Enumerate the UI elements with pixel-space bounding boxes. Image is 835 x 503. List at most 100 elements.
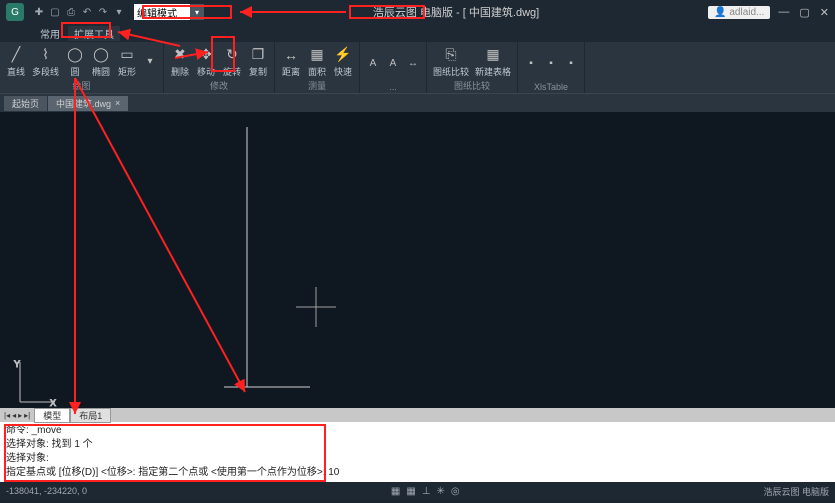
ribbon-group-dim: A A ↔ ... [360, 42, 427, 93]
drawing-canvas[interactable]: Y X [0, 112, 835, 408]
tab-common[interactable]: 常用 [34, 26, 66, 41]
command-line[interactable]: 命令: _move 选择对象: 找到 1 个 选择对象: 指定基点或 [位移(D… [0, 422, 835, 482]
layout-tabs: |◂ ◂ ▸ ▸| 模型 布局1 [0, 408, 835, 422]
doctab-start[interactable]: 起始页 [4, 96, 47, 111]
compare-button[interactable]: ⎘图纸比较 [431, 44, 471, 79]
ribbon-group-measure: ↔距离 ▦面积 ⚡快速 测量 [275, 42, 360, 93]
group-label: 图纸比较 [431, 79, 513, 93]
app-logo: G [6, 3, 24, 21]
line-icon: ╱ [7, 46, 25, 64]
area-button[interactable]: ▦面积 [305, 44, 329, 79]
tab-layout1[interactable]: 布局1 [70, 408, 111, 423]
ortho-icon[interactable]: ⊥ [422, 486, 431, 497]
dim3-button[interactable]: ↔ [404, 44, 422, 82]
cmd-line: 指定基点或 [位移(D)] <位移>: 指定第二个点或 <使用第一个点作为位移>… [6, 466, 829, 480]
xls2-button[interactable]: ▪ [542, 44, 560, 82]
circle-button[interactable]: ◯圆 [63, 44, 87, 79]
next-icon[interactable]: ▸ [18, 411, 22, 420]
first-icon[interactable]: |◂ [4, 411, 10, 420]
more-icon[interactable]: ▾ [112, 5, 126, 19]
line-button[interactable]: ╱直线 [4, 44, 28, 79]
cmd-line: 命令: _move [6, 424, 829, 438]
title-bar: G ✚ ▢ ⎙ ↶ ↷ ▾ ▾ 浩辰云图 电脑版 - [ 中国建筑.dwg] 👤… [0, 0, 835, 24]
grid-icon[interactable]: ▦ [406, 486, 415, 497]
ribbon-group-modify: ✖删除 ✥移动 ↻旋转 ❐复制 修改 [164, 42, 275, 93]
tab-extend-tools[interactable]: 扩展工具 [68, 26, 120, 41]
dim2-button[interactable]: A [384, 44, 402, 82]
dim-icon: ↔ [406, 56, 420, 70]
svg-text:X: X [50, 398, 56, 408]
menu-tabs: 常用 扩展工具 [0, 24, 835, 42]
ribbon-group-draw: ╱直线 ⌇多段线 ◯圆 ◯椭圆 ▭矩形 ▾ 绘图 [0, 42, 164, 93]
xls-icon: ▪ [544, 56, 558, 70]
document-tabs: 起始页 中国建筑.dwg × [0, 94, 835, 112]
table-icon: ▦ [484, 46, 502, 64]
quick-button[interactable]: ⚡快速 [331, 44, 355, 79]
undo-icon[interactable]: ↶ [80, 5, 94, 19]
new-icon[interactable]: ✚ [32, 5, 46, 19]
last-icon[interactable]: ▸| [24, 411, 30, 420]
dim1-button[interactable]: A [364, 44, 382, 82]
search-dropdown-icon[interactable]: ▾ [190, 4, 204, 20]
ribbon: ╱直线 ⌇多段线 ◯圆 ◯椭圆 ▭矩形 ▾ 绘图 ✖删除 ✥移动 ↻旋转 ❐复制… [0, 42, 835, 94]
status-bar: -138041, -234220, 0 ▦ ▦ ⊥ ✳ ◎ 浩辰云图 电脑版 [0, 482, 835, 500]
newtable-button[interactable]: ▦新建表格 [473, 44, 513, 79]
copy-button[interactable]: ❐复制 [246, 44, 270, 79]
snap-icon[interactable]: ▦ [391, 486, 400, 497]
dim-icon: A [366, 56, 380, 70]
close-icon[interactable]: × [115, 98, 120, 108]
circle-icon: ◯ [66, 46, 84, 64]
tab-model[interactable]: 模型 [34, 408, 70, 423]
move-icon: ✥ [197, 46, 215, 64]
redo-icon[interactable]: ↷ [96, 5, 110, 19]
rotate-icon: ↻ [223, 46, 241, 64]
quick-icon: ⚡ [334, 46, 352, 64]
move-button[interactable]: ✥移动 [194, 44, 218, 79]
rect-button[interactable]: ▭矩形 [115, 44, 139, 79]
doctab-file[interactable]: 中国建筑.dwg × [48, 96, 128, 111]
coordinate-readout: -138041, -234220, 0 [6, 486, 87, 496]
ribbon-group-xls: ▪ ▪ ▪ XlsTable [518, 42, 585, 93]
close-icon[interactable]: ✕ [820, 6, 829, 19]
cmd-line: 选择对象: 找到 1 个 [6, 438, 829, 452]
chevron-down-icon: ▾ [143, 55, 157, 69]
maximize-icon[interactable]: ▢ [799, 6, 809, 19]
osnap-icon[interactable]: ◎ [451, 486, 460, 497]
open-icon[interactable]: ▢ [48, 5, 62, 19]
delete-icon: ✖ [171, 46, 189, 64]
rect-icon: ▭ [118, 46, 136, 64]
quick-access-toolbar: ✚ ▢ ⎙ ↶ ↷ ▾ [32, 5, 126, 19]
ribbon-group-compare: ⎘图纸比较 ▦新建表格 图纸比较 [427, 42, 518, 93]
xls-icon: ▪ [524, 56, 538, 70]
polyline-button[interactable]: ⌇多段线 [30, 44, 61, 79]
distance-button[interactable]: ↔距离 [279, 44, 303, 79]
polar-icon[interactable]: ✳ [437, 486, 445, 497]
svg-text:Y: Y [14, 359, 20, 369]
save-icon[interactable]: ⎙ [64, 5, 78, 19]
minimize-icon[interactable]: — [778, 6, 789, 19]
search-input[interactable] [134, 7, 190, 18]
group-label: 绘图 [4, 79, 159, 93]
distance-icon: ↔ [282, 46, 300, 64]
search-box: ▾ [134, 4, 204, 20]
ellipse-icon: ◯ [92, 46, 110, 64]
group-label: ... [364, 82, 422, 93]
app-name: 浩辰云图 电脑版 [373, 7, 453, 19]
dim-icon: A [386, 56, 400, 70]
user-badge[interactable]: 👤 adlaid... [708, 6, 770, 19]
xls1-button[interactable]: ▪ [522, 44, 540, 82]
area-icon: ▦ [308, 46, 326, 64]
copy-icon: ❐ [249, 46, 267, 64]
prev-icon[interactable]: ◂ [12, 411, 16, 420]
xls3-button[interactable]: ▪ [562, 44, 580, 82]
window-title: 浩辰云图 电脑版 - [ 中国建筑.dwg] [204, 4, 708, 20]
compare-icon: ⎘ [442, 46, 460, 64]
status-right: 浩辰云图 电脑版 [763, 485, 829, 498]
rotate-button[interactable]: ↻旋转 [220, 44, 244, 79]
group-label: 测量 [279, 79, 355, 93]
delete-button[interactable]: ✖删除 [168, 44, 192, 79]
group-label: XlsTable [522, 82, 580, 93]
more-draw-button[interactable]: ▾ [141, 44, 159, 79]
group-label: 修改 [168, 79, 270, 93]
ellipse-button[interactable]: ◯椭圆 [89, 44, 113, 79]
